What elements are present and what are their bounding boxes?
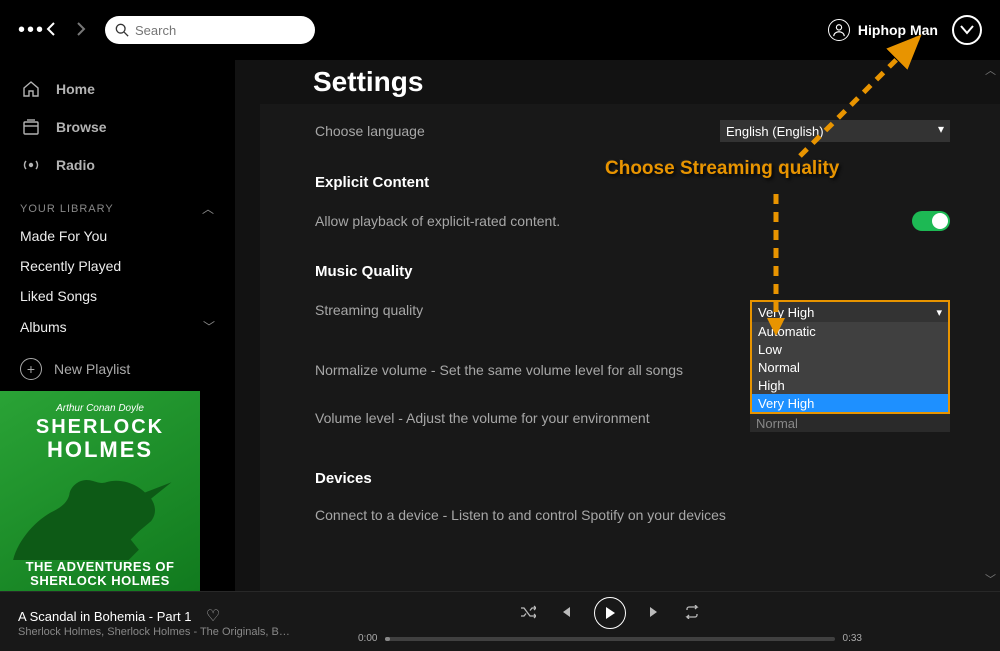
time-duration: 0:33 [843, 633, 862, 644]
sidebar-item-liked-songs[interactable]: Liked Songs [0, 281, 235, 311]
option-normal[interactable]: Normal [752, 358, 948, 376]
streaming-quality-wrap: Very High ▾ Automatic Low Normal High Ve… [750, 300, 950, 432]
search-icon [115, 23, 129, 37]
option-high[interactable]: High [752, 376, 948, 394]
sidebar-item-radio[interactable]: Radio [0, 146, 235, 184]
menu-dots[interactable]: ••• [18, 19, 45, 42]
row-explicit: Allow playback of explicit-rated content… [315, 205, 950, 237]
username-label: Hiphop Man [858, 22, 938, 38]
shuffle-icon[interactable] [520, 605, 536, 622]
next-icon[interactable] [648, 605, 662, 622]
now-playing-album-art[interactable]: Arthur Conan Doyle SHERLOCK HOLMES THE A… [0, 391, 200, 591]
explicit-desc: Allow playback of explicit-rated content… [315, 213, 560, 229]
topbar: ••• Hiphop Man [0, 0, 1000, 60]
sidebar-item-recently-played[interactable]: Recently Played [0, 251, 235, 281]
sidebar-label: Browse [56, 119, 107, 135]
chevron-down-icon[interactable]: ﹀ [203, 318, 215, 335]
album-subtitle-1: THE ADVENTURES OF [26, 560, 175, 574]
user-menu[interactable]: Hiphop Man [828, 15, 982, 45]
album-title-1: SHERLOCK [36, 416, 164, 439]
row-language: Choose language English (English) [315, 114, 950, 148]
row-devices: Connect to a device - Listen to and cont… [315, 501, 950, 529]
avatar-icon [828, 19, 850, 41]
scroll-up-icon[interactable]: ︿ [985, 62, 996, 78]
sidebar-label: Home [56, 81, 95, 97]
album-title-2: HOLMES [47, 437, 153, 463]
library-header: YOUR LIBRARY ︿ [0, 184, 235, 221]
plus-icon: + [20, 358, 42, 380]
search-input[interactable] [135, 23, 305, 38]
album-silhouette [8, 463, 192, 560]
progress-bar[interactable]: 0:00 0:33 [358, 633, 862, 644]
album-subtitle-2: SHERLOCK HOLMES [30, 574, 170, 588]
radio-icon [20, 154, 42, 176]
sidebar-item-home[interactable]: Home [0, 70, 235, 108]
nav-arrows [45, 20, 87, 41]
section-explicit: Explicit Content [315, 174, 950, 191]
explicit-toggle[interactable] [912, 211, 950, 231]
now-playing-info: A Scandal in Bohemia - Part 1 ♡ Sherlock… [18, 606, 358, 638]
play-button[interactable] [594, 597, 626, 629]
option-automatic[interactable]: Automatic [752, 322, 948, 340]
sidebar-label: Radio [56, 157, 95, 173]
repeat-icon[interactable] [684, 605, 700, 622]
streaming-quality-label: Streaming quality [315, 300, 423, 318]
user-menu-chevron[interactable] [952, 15, 982, 45]
choose-language-label: Choose language [315, 123, 425, 139]
track-subtitle[interactable]: Sherlock Holmes, Sherlock Holmes - The O… [18, 626, 358, 638]
player-bar: A Scandal in Bohemia - Part 1 ♡ Sherlock… [0, 591, 1000, 651]
browse-icon [20, 116, 42, 138]
section-devices: Devices [315, 470, 950, 487]
chevron-down-icon: ▾ [936, 306, 942, 319]
streaming-quality-dropdown[interactable]: Very High ▾ Automatic Low Normal High Ve… [750, 300, 950, 414]
sidebar: Home Browse Radio YOUR LIBRARY ︿ Made Fo… [0, 60, 235, 591]
previous-icon[interactable] [558, 605, 572, 622]
option-low[interactable]: Low [752, 340, 948, 358]
devices-desc: Connect to a device - Listen to and cont… [315, 507, 726, 523]
settings-panel: Choose language English (English) Explic… [260, 104, 1000, 591]
volume-level-label: Volume level - Adjust the volume for you… [315, 410, 650, 426]
sidebar-item-albums[interactable]: Albums ﹀ [0, 311, 235, 342]
new-playlist-button[interactable]: + New Playlist [0, 342, 235, 396]
below-dropdown-label: Normal [750, 414, 950, 432]
nav-forward-icon[interactable] [75, 20, 87, 41]
album-author: Arthur Conan Doyle [56, 403, 144, 414]
search-box[interactable] [105, 16, 315, 44]
progress-track[interactable] [385, 637, 834, 641]
language-value: English (English) [720, 120, 950, 142]
section-music-quality: Music Quality [315, 263, 950, 280]
normalize-label: Normalize volume - Set the same volume l… [315, 362, 683, 378]
sidebar-item-browse[interactable]: Browse [0, 108, 235, 146]
player-controls: 0:00 0:33 [358, 599, 862, 644]
scroll-down-icon[interactable]: ﹀ [985, 571, 996, 587]
option-very-high[interactable]: Very High [752, 394, 948, 412]
sidebar-item-made-for-you[interactable]: Made For You [0, 221, 235, 251]
streaming-quality-menu: Automatic Low Normal High Very High [752, 322, 948, 412]
chevron-up-icon[interactable]: ︿ [202, 200, 215, 217]
home-icon [20, 78, 42, 100]
main-content: ︿ Settings Choose language English (Engl… [235, 60, 1000, 591]
app-root: ••• Hiphop Man [0, 0, 1000, 651]
nav-back-icon[interactable] [45, 20, 57, 41]
language-select[interactable]: English (English) [720, 120, 950, 142]
streaming-quality-selected[interactable]: Very High ▾ [752, 302, 948, 322]
time-elapsed: 0:00 [358, 633, 377, 644]
page-title: Settings [235, 60, 1000, 108]
like-button[interactable]: ♡ [206, 608, 220, 625]
track-title[interactable]: A Scandal in Bohemia - Part 1 [18, 609, 191, 624]
